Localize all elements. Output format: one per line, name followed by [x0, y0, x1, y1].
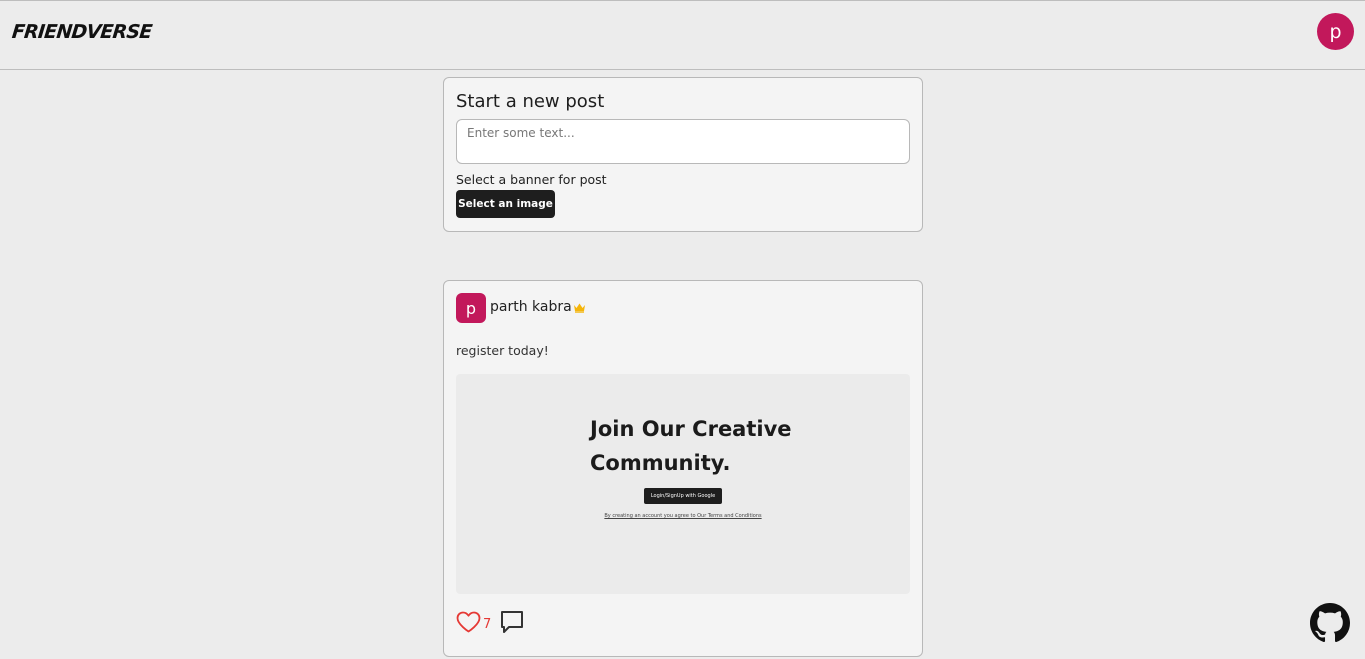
post-author-name[interactable]: parth kabra: [490, 299, 572, 315]
post-author: parth kabra: [490, 299, 586, 315]
like-button[interactable]: 7: [456, 611, 491, 633]
heart-icon: [456, 611, 481, 633]
composer-title: Start a new post: [456, 91, 605, 112]
post-card: p parth kabra register today! Join Our C…: [443, 280, 923, 657]
post-author-avatar[interactable]: p: [456, 293, 486, 323]
banner-heading: Join Our Creative Community.: [590, 412, 840, 480]
banner-heading-line-2: Community.: [590, 451, 731, 475]
new-post-composer: Start a new post Select a banner for pos…: [443, 77, 923, 232]
select-image-button[interactable]: Select an image: [456, 190, 555, 218]
user-avatar[interactable]: p: [1317, 13, 1354, 50]
banner-terms-text: By creating an account you agree to Our …: [604, 513, 762, 519]
app-logo[interactable]: FRIENDVERSE: [11, 21, 153, 43]
crown-icon: [573, 303, 585, 313]
comment-icon: [501, 611, 524, 633]
banner-heading-line-1: Join Our Creative: [590, 417, 792, 441]
top-navbar: FRIENDVERSE p: [0, 0, 1365, 70]
github-icon[interactable]: [1310, 603, 1350, 643]
banner-login-button: Login/SignUp with Google: [644, 488, 722, 504]
banner-label: Select a banner for post: [456, 172, 607, 187]
comment-button[interactable]: [500, 610, 524, 634]
post-text: register today!: [456, 343, 549, 358]
post-banner-image: Join Our Creative Community. Login/SignU…: [456, 374, 910, 594]
post-actions: 7: [456, 608, 524, 636]
like-count: 7: [483, 616, 492, 632]
post-text-input[interactable]: [456, 119, 910, 164]
